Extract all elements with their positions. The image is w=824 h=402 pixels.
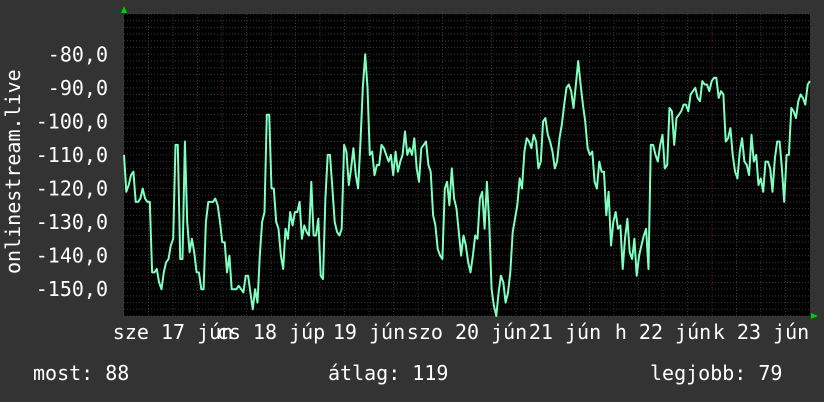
x-tick-label: szo 20 jún [407,320,527,344]
y-axis-arrow [121,6,127,13]
x-tick-label: 21 jún [529,320,601,344]
y-tick-label: -130,0 [36,210,108,234]
y-tick-label: -120,0 [36,176,108,200]
y-tick-label: -150,0 [36,277,108,301]
y-tick-label: -140,0 [36,244,108,268]
x-axis: sze 17 júncs 18 júp 19 jún szo 20 jún 21 jú… [113,320,809,344]
y-tick-label: -110,0 [36,143,108,167]
y-tick-label: -90,0 [48,76,108,100]
x-axis-arrow [811,313,818,319]
x-tick-label: 19 jún [333,320,405,344]
x-tick-label: k 23 jún [713,320,809,344]
x-tick-label: h 22 jún [615,320,711,344]
y-tick-label: -100,0 [36,109,108,133]
line-chart: -80,0 -90,0 -100,0 -110,0 -120,0 -130,0 -140,0… [1,6,818,344]
y-axis: -80,0 -90,0 -100,0 -110,0 -120,0 -130,0 -140,0… [36,42,108,301]
average-value: átlag: 119 [328,361,449,385]
y-axis-label: onlinestream.live [1,69,25,274]
x-tick-label: cs 18 júp [217,320,325,344]
best-value: legjobb: 79 [650,361,783,385]
current-value: most: 88 [33,361,130,385]
x-tick-label: sze 17 jún [113,320,233,344]
y-tick-label: -80,0 [48,42,108,66]
